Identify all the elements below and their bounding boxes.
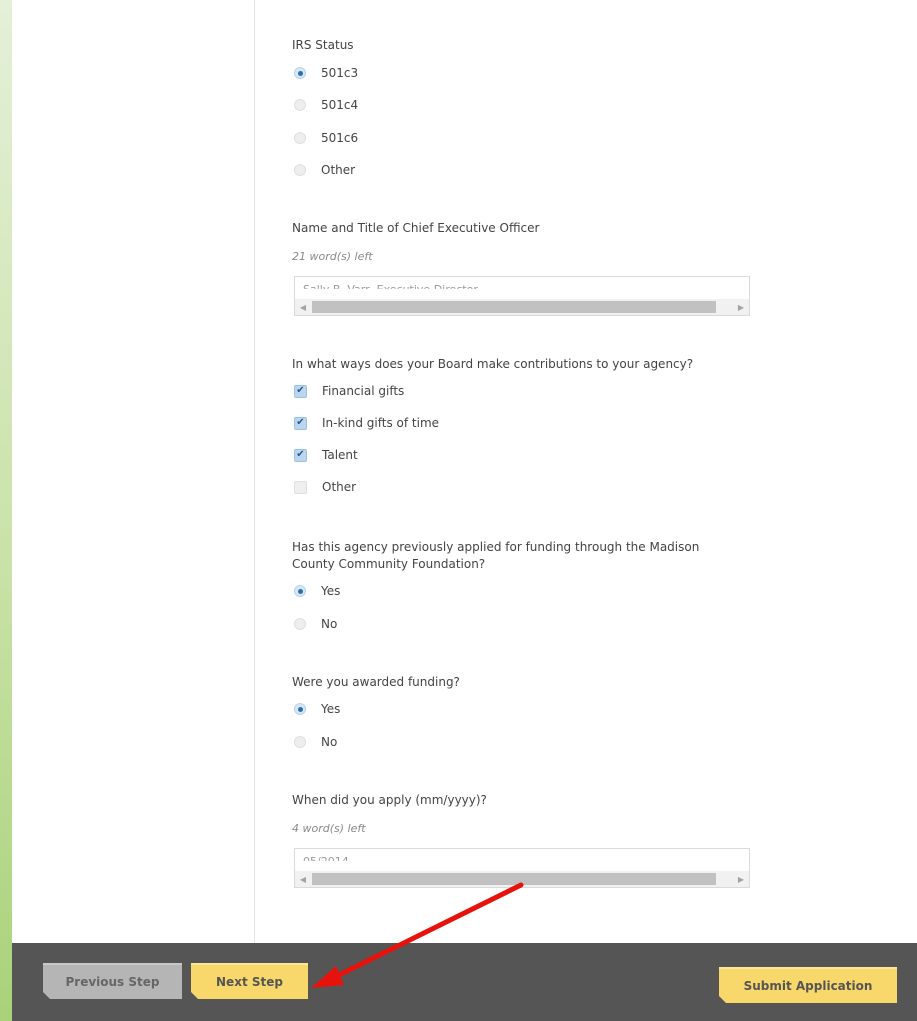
awarded-funding-no[interactable]: No xyxy=(294,733,337,751)
radio-selected-icon[interactable] xyxy=(294,67,306,79)
radio-selected-icon[interactable] xyxy=(294,585,306,597)
ceo-field-scrollbar[interactable]: ◀ ▶ xyxy=(295,299,749,315)
radio-unselected-icon[interactable] xyxy=(294,132,306,144)
board-contributions-label: In what ways does your Board make contri… xyxy=(292,357,694,371)
board-option-talent[interactable]: ✔ Talent xyxy=(294,446,358,464)
option-label: No xyxy=(321,617,338,631)
apply-date-word-count: 4 word(s) left xyxy=(292,822,366,835)
apply-date-field-scrollbar[interactable]: ◀ ▶ xyxy=(295,871,749,887)
radio-unselected-icon[interactable] xyxy=(294,736,306,748)
previously-applied-yes[interactable]: Yes xyxy=(294,582,340,600)
irs-option-501c3[interactable]: 501c3 xyxy=(294,64,358,82)
option-label: 501c3 xyxy=(321,66,359,80)
option-label: 501c4 xyxy=(321,98,359,112)
apply-date-value: 05/2014 xyxy=(303,855,349,868)
irs-option-other[interactable]: Other xyxy=(294,161,355,179)
awarded-funding-label: Were you awarded funding? xyxy=(292,675,460,689)
previous-step-button[interactable]: Previous Step xyxy=(43,963,182,999)
radio-unselected-icon[interactable] xyxy=(294,618,306,630)
radio-unselected-icon[interactable] xyxy=(294,99,306,111)
scroll-thumb[interactable] xyxy=(312,873,716,885)
checkbox-unchecked-icon[interactable] xyxy=(294,480,307,494)
board-option-other[interactable]: Other xyxy=(294,478,356,496)
option-label: Yes xyxy=(321,584,341,598)
ceo-name-field[interactable]: Sally B. Varr, Executive Director ◀ ▶ xyxy=(294,276,750,316)
checkbox-checked-icon[interactable]: ✔ xyxy=(294,448,307,462)
option-label: Other xyxy=(322,480,357,494)
scroll-right-icon[interactable]: ▶ xyxy=(733,299,749,315)
option-label: No xyxy=(321,735,338,749)
irs-status-label: IRS Status xyxy=(292,38,354,52)
option-label: Yes xyxy=(321,702,341,716)
previously-applied-no[interactable]: No xyxy=(294,615,337,633)
checkbox-checked-icon[interactable]: ✔ xyxy=(294,416,307,430)
awarded-funding-yes[interactable]: Yes xyxy=(294,700,340,718)
ceo-name-label: Name and Title of Chief Executive Office… xyxy=(292,221,540,235)
apply-date-label: When did you apply (mm/yyyy)? xyxy=(292,793,487,807)
option-label: 501c6 xyxy=(321,131,359,145)
next-step-button[interactable]: Next Step xyxy=(191,963,308,999)
scroll-left-icon[interactable]: ◀ xyxy=(295,871,311,887)
radio-unselected-icon[interactable] xyxy=(294,164,306,176)
option-label: Talent xyxy=(322,448,358,462)
scroll-right-icon[interactable]: ▶ xyxy=(733,871,749,887)
ceo-name-value: Sally B. Varr, Executive Director xyxy=(303,283,478,296)
submit-application-button[interactable]: Submit Application xyxy=(719,967,897,1003)
form-navigation-bar: Previous Step Next Step Submit Applicati… xyxy=(12,943,917,1021)
apply-date-field[interactable]: 05/2014 ◀ ▶ xyxy=(294,848,750,888)
irs-option-501c4[interactable]: 501c4 xyxy=(294,96,358,114)
sidebar-divider xyxy=(254,0,255,943)
irs-option-501c6[interactable]: 501c6 xyxy=(294,129,358,147)
radio-selected-icon[interactable] xyxy=(294,703,306,715)
option-label: In-kind gifts of time xyxy=(322,416,440,430)
ceo-word-count: 21 word(s) left xyxy=(292,250,373,263)
previously-applied-label: Has this agency previously applied for f… xyxy=(292,540,700,571)
board-option-in-kind[interactable]: ✔ In-kind gifts of time xyxy=(294,414,439,432)
board-option-financial-gifts[interactable]: ✔ Financial gifts xyxy=(294,382,404,400)
option-label: Other xyxy=(321,163,356,177)
scroll-thumb[interactable] xyxy=(312,301,716,313)
scroll-left-icon[interactable]: ◀ xyxy=(295,299,311,315)
checkbox-checked-icon[interactable]: ✔ xyxy=(294,384,307,398)
option-label: Financial gifts xyxy=(322,384,405,398)
application-page: IRS Status 501c3 501c4 501c6 Other Name … xyxy=(12,0,917,943)
